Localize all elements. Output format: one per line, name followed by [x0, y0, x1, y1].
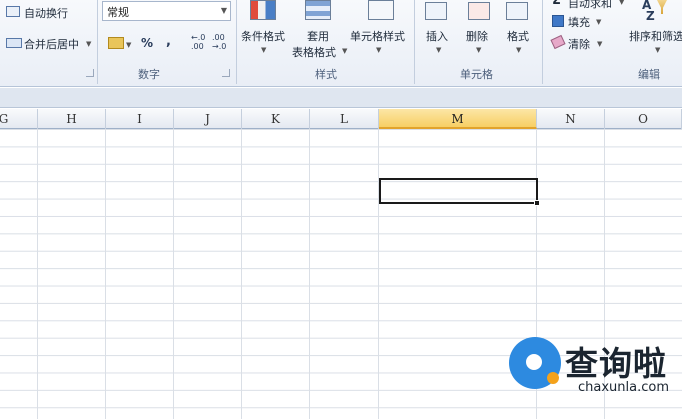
styles-group-label: 样式 — [315, 68, 337, 81]
table-format-button[interactable]: 套用 — [307, 28, 329, 44]
insert-dropdown-icon[interactable]: ▼ — [436, 46, 441, 54]
watermark-text: 查询啦 — [565, 344, 667, 383]
table-format-button-line2[interactable]: 表格格式 — [292, 44, 336, 60]
cells-group-label: 单元格 — [460, 68, 493, 81]
column-header-l[interactable]: L — [310, 109, 379, 129]
wrap-text-icon — [6, 6, 20, 17]
gridline — [173, 129, 174, 419]
watermark-url: chaxunla.com — [578, 380, 669, 395]
group-separator — [236, 0, 237, 84]
autosum-button[interactable]: 自动求和 — [568, 0, 612, 11]
conditional-format-icon — [250, 0, 276, 20]
column-header-o[interactable]: O — [605, 109, 682, 129]
format-button[interactable]: 格式 — [507, 28, 529, 44]
merge-center-button[interactable]: 合并后居中 — [24, 36, 79, 52]
chevron-down-icon: ▼ — [220, 6, 227, 15]
alignment-dialog-launcher-icon[interactable] — [86, 69, 94, 77]
delete-cells-icon — [468, 2, 490, 20]
group-separator — [414, 0, 415, 84]
clear-dropdown-icon[interactable]: ▼ — [597, 40, 602, 48]
comma-style-button[interactable]: , — [166, 34, 171, 49]
insert-cells-icon — [425, 2, 447, 20]
number-format-dropdown[interactable]: 常规 ▼ — [102, 1, 231, 21]
column-header-g[interactable]: G — [0, 109, 38, 129]
gridline — [105, 129, 106, 419]
cell-styles-dropdown-icon[interactable]: ▼ — [376, 46, 381, 54]
number-format-value: 常规 — [107, 6, 129, 19]
number-group-label: 数字 — [138, 68, 160, 81]
number-dialog-launcher-icon[interactable] — [222, 69, 230, 77]
autosum-icon: Σ — [552, 0, 561, 8]
table-format-dropdown-icon[interactable]: ▼ — [342, 47, 347, 55]
group-separator — [97, 0, 98, 84]
merge-dropdown-icon[interactable]: ▼ — [86, 40, 91, 48]
cell-styles-icon — [368, 0, 394, 20]
gridline — [378, 129, 379, 419]
column-header-i[interactable]: I — [106, 109, 174, 129]
sort-filter-button[interactable]: 排序和筛选 — [629, 28, 682, 44]
wrap-text-button[interactable]: 自动换行 — [24, 5, 68, 21]
eraser-icon — [550, 34, 566, 50]
column-header-k[interactable]: K — [242, 109, 310, 129]
format-cells-icon — [506, 2, 528, 20]
autosum-dropdown-icon[interactable]: ▼ — [619, 0, 624, 6]
editing-group-label: 编辑 — [638, 68, 660, 81]
conditional-format-dropdown-icon[interactable]: ▼ — [261, 46, 266, 54]
column-header-m[interactable]: M — [379, 109, 537, 129]
fill-button[interactable]: 填充 — [568, 14, 590, 30]
gridline — [37, 129, 38, 419]
column-header-n[interactable]: N — [537, 109, 605, 129]
sort-filter-icon: A Z — [642, 0, 668, 23]
column-header-j[interactable]: J — [174, 109, 242, 129]
accounting-dropdown-icon[interactable]: ▼ — [126, 41, 131, 49]
column-header-row: G H I J K L M N O — [0, 109, 682, 129]
fill-dropdown-icon[interactable]: ▼ — [596, 18, 601, 26]
percent-style-button[interactable]: % — [141, 36, 153, 50]
active-cell[interactable] — [379, 178, 538, 204]
group-separator — [542, 0, 543, 84]
column-header-h[interactable]: H — [38, 109, 106, 129]
decrease-decimal-icon[interactable]: .00 →.0 — [212, 33, 230, 51]
insert-button[interactable]: 插入 — [426, 28, 448, 44]
accounting-format-icon[interactable] — [108, 37, 124, 49]
gridline — [241, 129, 242, 419]
conditional-format-button[interactable]: 条件格式 — [241, 28, 285, 44]
sort-filter-dropdown-icon[interactable]: ▼ — [655, 46, 660, 54]
watermark-logo-dot — [547, 372, 559, 384]
merge-center-icon — [6, 38, 22, 48]
formula-bar-area — [0, 88, 682, 108]
watermark-logo-inner — [521, 349, 547, 375]
fill-handle[interactable] — [534, 200, 540, 206]
cell-styles-button[interactable]: 单元格样式 — [350, 28, 405, 44]
gridline — [309, 129, 310, 419]
clear-button[interactable]: 清除 — [568, 36, 590, 52]
increase-decimal-icon[interactable]: ←.0 .00 — [191, 33, 209, 51]
table-format-icon — [305, 0, 331, 20]
delete-button[interactable]: 删除 — [466, 28, 488, 44]
delete-dropdown-icon[interactable]: ▼ — [476, 46, 481, 54]
format-dropdown-icon[interactable]: ▼ — [516, 46, 521, 54]
ribbon: 自动换行 合并后居中 ▼ 常规 ▼ ▼ % , ←.0 .00 .00 →.0 … — [0, 0, 682, 87]
fill-icon — [552, 15, 564, 27]
